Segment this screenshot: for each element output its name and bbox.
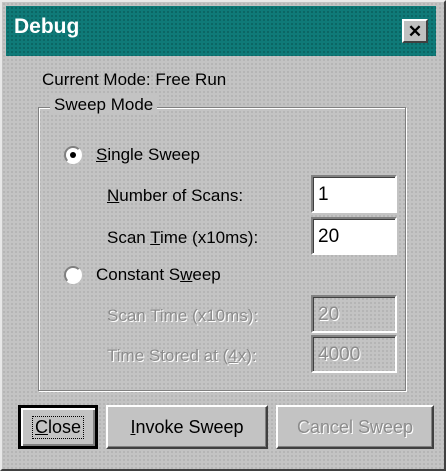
mnemonic: S [96, 145, 108, 164]
mnemonic: w [180, 265, 193, 284]
scan-time-label: Scan Time (x10ms): [107, 228, 258, 248]
label-text: Constant S [96, 265, 181, 284]
time-stored-label: Time Stored at (4x): [107, 346, 257, 366]
invoke-sweep-label: Invoke Sweep [130, 417, 243, 438]
single-sweep-radio[interactable] [64, 146, 82, 164]
radio-selected-dot [70, 152, 76, 158]
label-text: Time Stored at ( [107, 346, 229, 365]
constant-scan-time-input: 20 [311, 295, 397, 333]
constant-scan-time-label: Scan Time (x10ms): [107, 306, 259, 325]
constant-sweep-radio[interactable] [64, 266, 82, 284]
cancel-sweep-label: Cancel Sweep [296, 416, 414, 437]
single-sweep-label[interactable]: Single Sweep [96, 145, 200, 165]
number-of-scans-label: Number of Scans: [107, 186, 243, 206]
constant-sweep-label[interactable]: Constant Sweep [96, 265, 221, 285]
title-bar[interactable]: Debug ✕ [6, 6, 436, 56]
invoke-sweep-button[interactable]: Invoke Sweep [106, 405, 268, 449]
close-button-label: Close [31, 415, 85, 439]
label-text: ime (x10ms): [159, 228, 259, 247]
mnemonic: 4 [228, 346, 238, 365]
time-stored-input: 4000 [311, 335, 397, 373]
cancel-sweep-button: Cancel Sweep [276, 405, 434, 449]
label-text: eep [192, 265, 221, 284]
label-text: lose [47, 416, 82, 437]
label-text: Scan [107, 228, 151, 247]
scan-time-input[interactable]: 20 [311, 217, 397, 255]
mnemonic: N [107, 186, 120, 205]
sweep-mode-group-label: Sweep Mode [50, 95, 158, 115]
label-text: umber of Scans: [119, 186, 244, 205]
label-text: x): [237, 346, 257, 365]
window-title: Debug [14, 15, 80, 38]
current-mode-label: Current Mode: Free Run [42, 70, 227, 89]
label-text: ingle Sweep [107, 145, 200, 164]
close-icon[interactable]: ✕ [402, 19, 428, 43]
number-of-scans-input[interactable]: 1 [311, 175, 397, 213]
mnemonic: C [34, 416, 48, 437]
label-text: nvoke Sweep [135, 416, 244, 437]
mnemonic: T [150, 228, 160, 247]
close-button[interactable]: Close [18, 405, 98, 449]
